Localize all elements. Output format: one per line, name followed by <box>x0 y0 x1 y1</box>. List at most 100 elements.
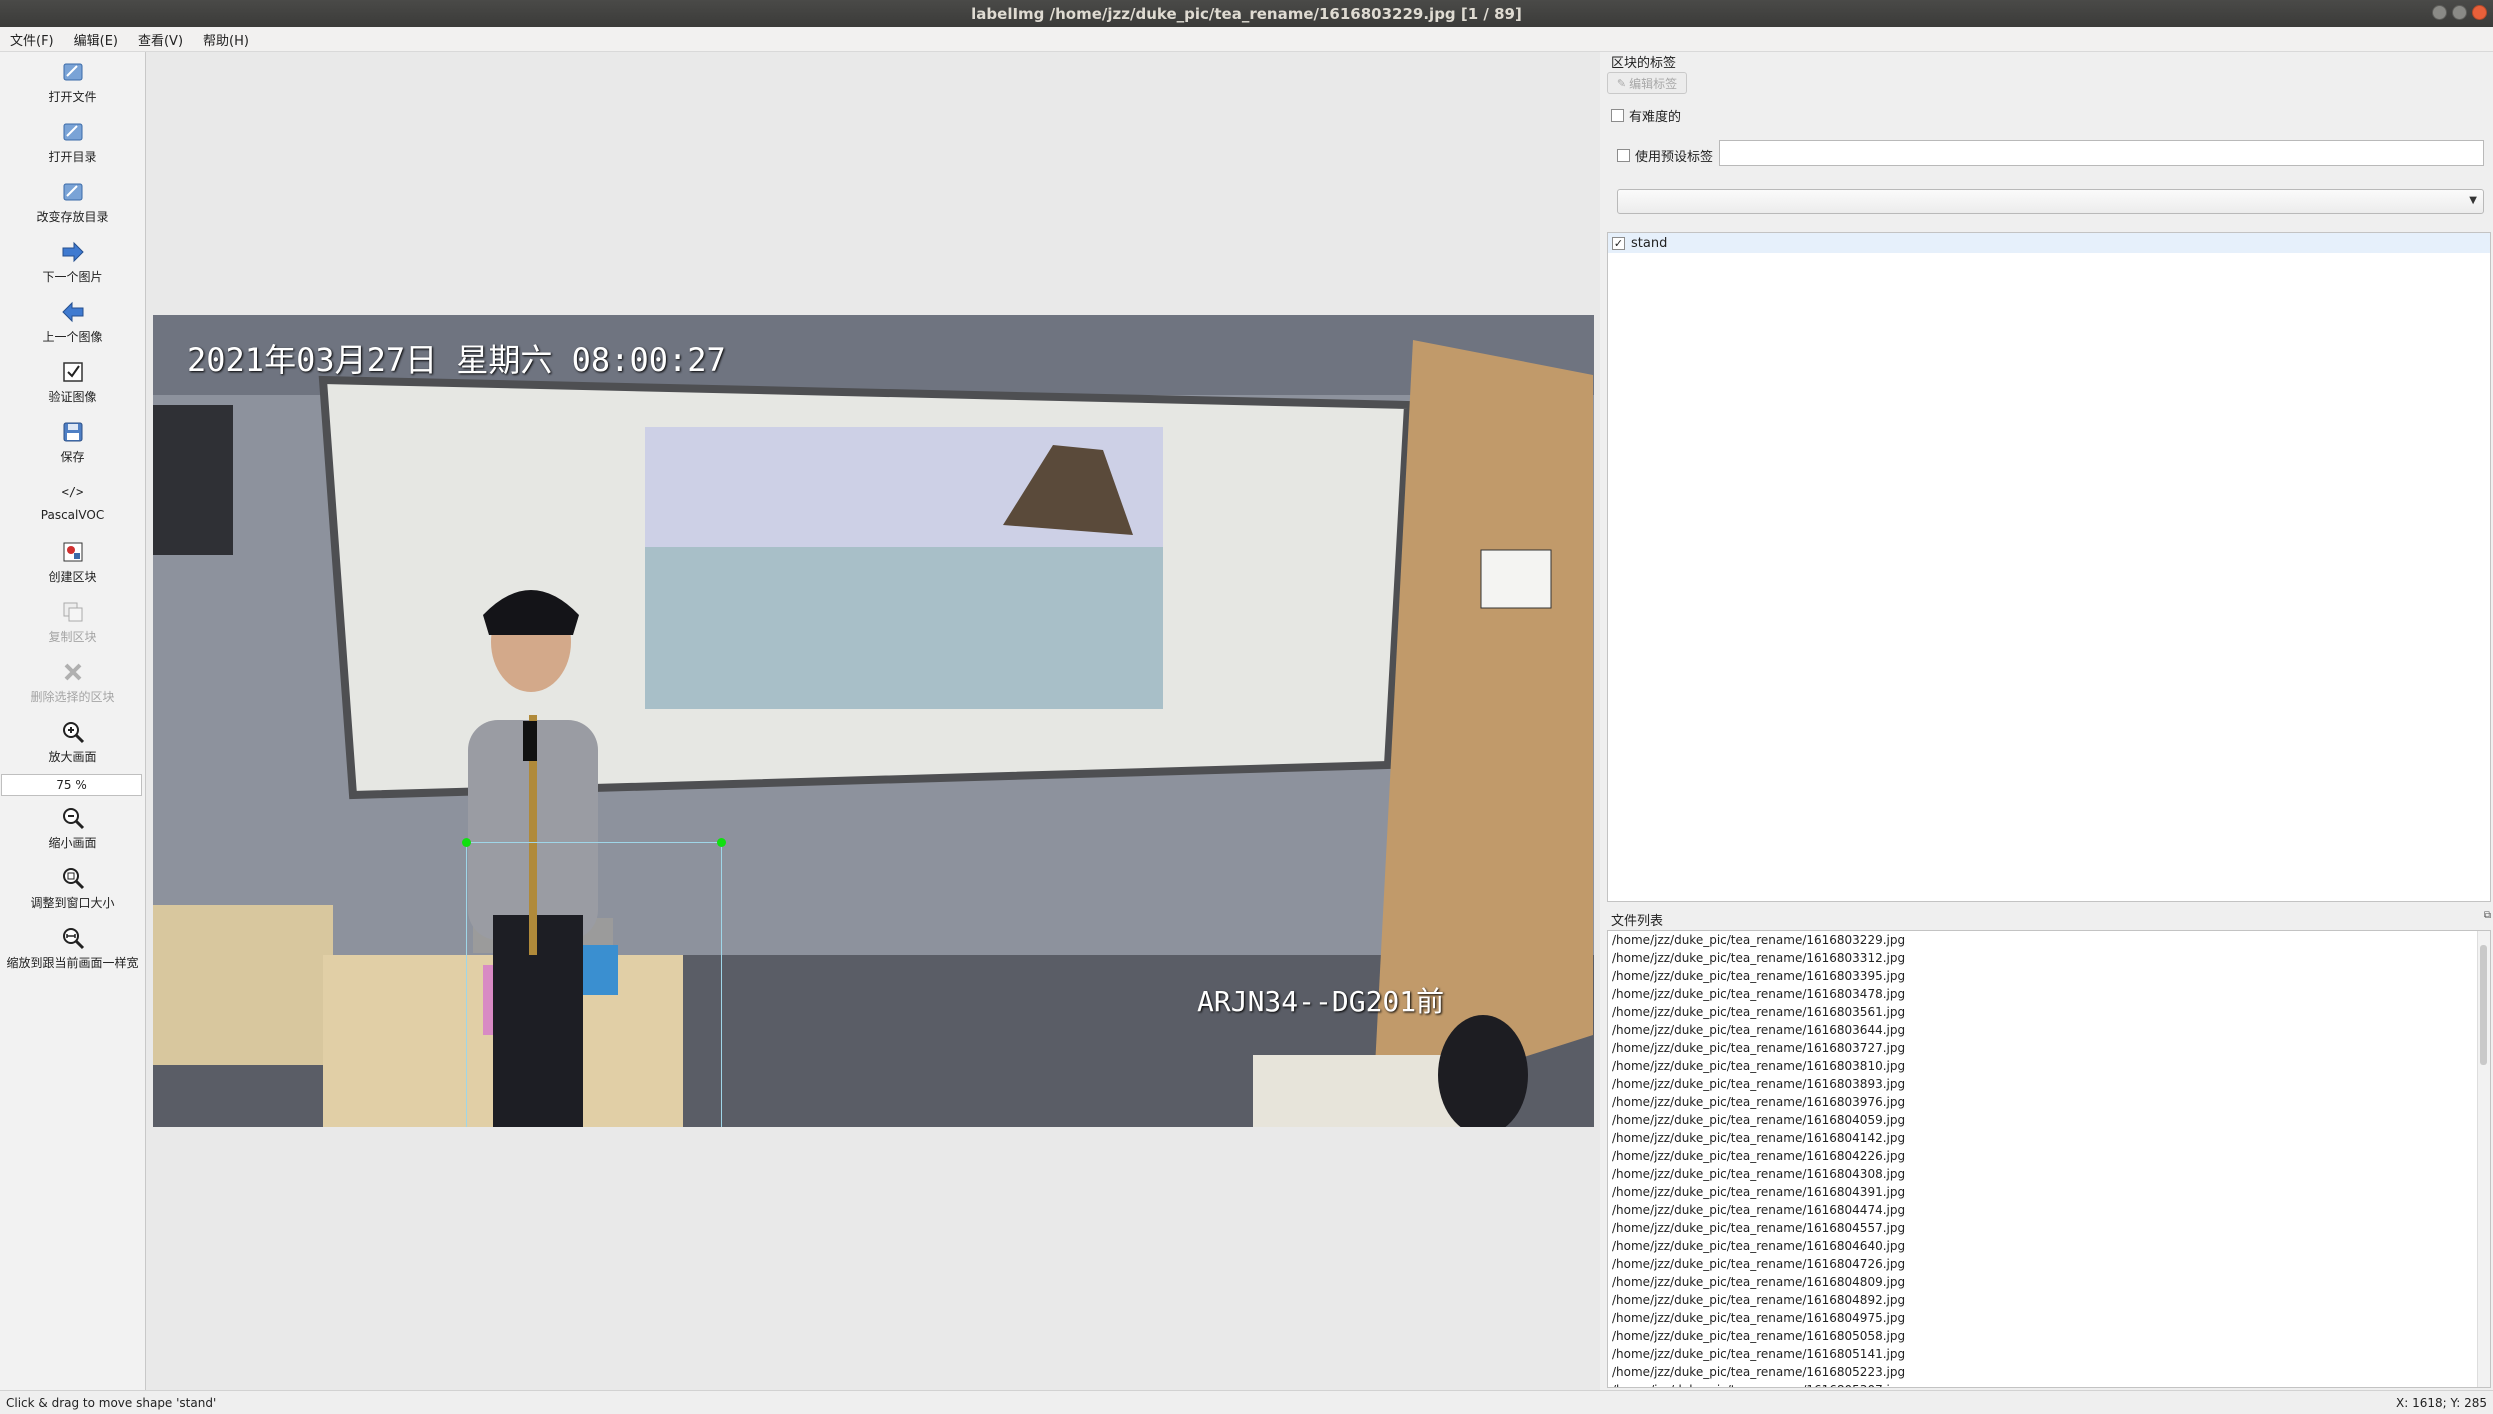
next-image-label: 下一个图片 <box>42 270 103 284</box>
box-labels-title: 区块的标签 <box>1611 56 1677 71</box>
file-list-scrollbar[interactable] <box>2477 931 2490 1387</box>
file-list-item[interactable]: /home/jzz/duke_pic/tea_rename/1616804474… <box>1608 1201 2490 1219</box>
file-list-item[interactable]: /home/jzz/duke_pic/tea_rename/1616803478… <box>1608 985 2490 1003</box>
annotation-box-stand[interactable] <box>462 838 726 1127</box>
classroom-photo: 2021年03月27日 星期六 08:00:27 ARJN34--DG201前 <box>153 315 1594 1127</box>
window-title: labelImg /home/jzz/duke_pic/tea_rename/1… <box>971 4 1522 23</box>
edit-label-button[interactable]: ✎ 编辑标签 <box>1607 72 1687 94</box>
open-dir-label: 打开目录 <box>48 150 97 164</box>
label-item-text: stand <box>1631 235 1668 251</box>
checkmark-icon <box>59 358 87 386</box>
fit-width-button[interactable]: 缩放到跟当前画面一样宽 <box>0 918 145 978</box>
file-list-item[interactable]: /home/jzz/duke_pic/tea_rename/1616804391… <box>1608 1183 2490 1201</box>
image-canvas[interactable]: 2021年03月27日 星期六 08:00:27 ARJN34--DG201前 <box>146 52 1600 1390</box>
menu-help[interactable]: 帮助(H) <box>193 30 259 49</box>
maximize-button[interactable] <box>2452 5 2467 20</box>
zoom-in-button[interactable]: 放大画面 <box>0 712 145 772</box>
fit-window-button[interactable]: 调整到窗口大小 <box>0 858 145 918</box>
close-button[interactable] <box>2472 5 2487 20</box>
bbox-handle-top-left[interactable] <box>462 838 471 847</box>
save-icon <box>59 418 87 446</box>
use-default-label-text: 使用预设标签 <box>1635 150 1714 165</box>
create-box-icon <box>59 538 87 566</box>
label-list-item[interactable]: ✓ stand <box>1608 233 2490 253</box>
file-list[interactable]: /home/jzz/duke_pic/tea_rename/1616803229… <box>1607 930 2491 1388</box>
file-list-item[interactable]: /home/jzz/duke_pic/tea_rename/1616803561… <box>1608 1003 2490 1021</box>
arrow-left-icon <box>59 298 87 326</box>
zoom-out-button[interactable]: 缩小画面 <box>0 798 145 858</box>
zoom-in-label: 放大画面 <box>48 750 97 764</box>
file-list-item[interactable]: /home/jzz/duke_pic/tea_rename/1616804059… <box>1608 1111 2490 1129</box>
file-list-item[interactable]: /home/jzz/duke_pic/tea_rename/1616804226… <box>1608 1147 2490 1165</box>
save-label: 保存 <box>60 450 85 464</box>
file-list-item[interactable]: /home/jzz/duke_pic/tea_rename/1616804142… <box>1608 1129 2490 1147</box>
use-default-label-checkbox[interactable] <box>1617 149 1630 162</box>
open-file-button[interactable]: 打开文件 <box>0 52 145 112</box>
file-list-item[interactable]: /home/jzz/duke_pic/tea_rename/1616803810… <box>1608 1057 2490 1075</box>
file-list-items: /home/jzz/duke_pic/tea_rename/1616803229… <box>1608 931 2490 1387</box>
zoom-value-spinbox[interactable]: 75 % <box>1 774 142 796</box>
file-list-item[interactable]: /home/jzz/duke_pic/tea_rename/1616804975… <box>1608 1309 2490 1327</box>
cursor-coordinates: X: 1618; Y: 285 <box>2396 1395 2487 1410</box>
arrow-right-icon <box>59 238 87 266</box>
default-label-input[interactable] <box>1719 140 2484 166</box>
menu-bar: 文件(F) 编辑(E) 查看(V) 帮助(H) <box>0 27 2493 52</box>
chevron-down-icon: ▼ <box>2469 195 2477 206</box>
file-list-item[interactable]: /home/jzz/duke_pic/tea_rename/1616805307… <box>1608 1381 2490 1387</box>
fit-window-label: 调整到窗口大小 <box>30 896 115 910</box>
format-label: PascalVOC <box>40 508 105 522</box>
zoom-in-icon <box>59 718 87 746</box>
status-message: Click & drag to move shape 'stand' <box>6 1395 217 1410</box>
file-list-item[interactable]: /home/jzz/duke_pic/tea_rename/1616804640… <box>1608 1237 2490 1255</box>
menu-file[interactable]: 文件(F) <box>0 30 64 49</box>
file-list-item[interactable]: /home/jzz/duke_pic/tea_rename/1616804308… <box>1608 1165 2490 1183</box>
prev-image-button[interactable]: 上一个图像 <box>0 292 145 352</box>
edit-icon: ✎ <box>1616 76 1627 90</box>
prev-image-label: 上一个图像 <box>42 330 103 344</box>
right-dock: 区块的标签 ✎ 编辑标签 有难度的 使用预设标签 ▼ ✓ stand 文件列表 … <box>1601 52 2493 1390</box>
file-list-item[interactable]: /home/jzz/duke_pic/tea_rename/1616805058… <box>1608 1327 2490 1345</box>
delete-box-button[interactable]: 删除选择的区块 <box>0 652 145 712</box>
file-list-item[interactable]: /home/jzz/duke_pic/tea_rename/1616805141… <box>1608 1345 2490 1363</box>
file-list-item[interactable]: /home/jzz/duke_pic/tea_rename/1616803893… <box>1608 1075 2490 1093</box>
save-button[interactable]: 保存 <box>0 412 145 472</box>
file-list-item[interactable]: /home/jzz/duke_pic/tea_rename/1616805223… <box>1608 1363 2490 1381</box>
menu-edit[interactable]: 编辑(E) <box>64 30 128 49</box>
bbox-handle-top-right[interactable] <box>717 838 726 847</box>
duplicate-box-button[interactable]: 复制区块 <box>0 592 145 652</box>
window-titlebar: labelImg /home/jzz/duke_pic/tea_rename/1… <box>0 0 2493 27</box>
open-file-icon <box>59 58 87 86</box>
verify-image-button[interactable]: 验证图像 <box>0 352 145 412</box>
file-list-item[interactable]: /home/jzz/duke_pic/tea_rename/1616803727… <box>1608 1039 2490 1057</box>
file-list-item[interactable]: /home/jzz/duke_pic/tea_rename/1616803229… <box>1608 931 2490 949</box>
scrollbar-thumb[interactable] <box>2480 945 2487 1065</box>
next-image-button[interactable]: 下一个图片 <box>0 232 145 292</box>
label-visible-checkbox[interactable]: ✓ <box>1612 236 1625 250</box>
file-list-item[interactable]: /home/jzz/duke_pic/tea_rename/1616803395… <box>1608 967 2490 985</box>
difficult-label: 有难度的 <box>1629 110 1682 125</box>
label-combobox[interactable]: ▼ <box>1617 189 2484 214</box>
delete-x-icon <box>59 658 87 686</box>
file-list-item[interactable]: /home/jzz/duke_pic/tea_rename/1616804726… <box>1608 1255 2490 1273</box>
undock-icon[interactable]: ⧉ <box>2484 910 2491 921</box>
zoom-out-label: 缩小画面 <box>48 836 97 850</box>
file-list-item[interactable]: /home/jzz/duke_pic/tea_rename/1616804892… <box>1608 1291 2490 1309</box>
file-list-item[interactable]: /home/jzz/duke_pic/tea_rename/1616803644… <box>1608 1021 2490 1039</box>
timestamp-overlay: 2021年03月27日 星期六 08:00:27 <box>187 341 726 379</box>
change-save-dir-icon <box>59 178 87 206</box>
difficult-checkbox[interactable] <box>1611 109 1624 122</box>
menu-view[interactable]: 查看(V) <box>128 30 193 49</box>
file-list-item[interactable]: /home/jzz/duke_pic/tea_rename/1616803976… <box>1608 1093 2490 1111</box>
create-box-button[interactable]: 创建区块 <box>0 532 145 592</box>
status-bar: Click & drag to move shape 'stand' X: 16… <box>0 1390 2493 1414</box>
minimize-button[interactable] <box>2432 5 2447 20</box>
difficult-row: 有难度的 <box>1611 106 1681 125</box>
file-list-item[interactable]: /home/jzz/duke_pic/tea_rename/1616803312… <box>1608 949 2490 967</box>
label-list[interactable]: ✓ stand <box>1607 232 2491 902</box>
file-list-item[interactable]: /home/jzz/duke_pic/tea_rename/1616804809… <box>1608 1273 2490 1291</box>
open-dir-button[interactable]: 打开目录 <box>0 112 145 172</box>
format-toggle-button[interactable]: </> PascalVOC <box>0 472 145 532</box>
file-list-item[interactable]: /home/jzz/duke_pic/tea_rename/1616804557… <box>1608 1219 2490 1237</box>
change-save-dir-button[interactable]: 改变存放目录 <box>0 172 145 232</box>
delete-box-label: 删除选择的区块 <box>30 690 115 704</box>
